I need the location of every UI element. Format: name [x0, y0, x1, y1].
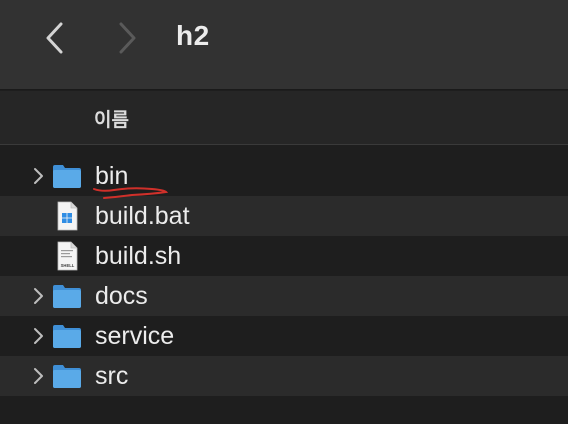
file-name: service	[95, 322, 175, 350]
name-column-header[interactable]: 이름	[94, 105, 129, 132]
file-name: build.sh	[95, 242, 182, 270]
file-name: build.bat	[95, 202, 190, 230]
disclosure-chevron-icon[interactable]	[28, 326, 48, 346]
disclosure-chevron-icon[interactable]	[28, 166, 48, 186]
chevron-right-icon	[119, 22, 136, 54]
file-row-bin[interactable]: bin	[0, 156, 568, 196]
file-name: bin	[95, 162, 129, 190]
window-toolbar: h2	[0, 0, 568, 90]
file-name: src	[95, 362, 129, 390]
file-row-build-sh[interactable]: SHELL build.sh	[0, 236, 568, 276]
window-title: h2	[176, 20, 210, 51]
file-row-docs[interactable]: docs	[0, 276, 568, 316]
disclosure-chevron-icon[interactable]	[28, 286, 48, 306]
disclosure-chevron-icon[interactable]	[28, 366, 48, 386]
svg-text:SHELL: SHELL	[61, 263, 75, 268]
file-name: docs	[95, 282, 148, 310]
column-header: 이름	[0, 91, 568, 145]
file-row-service[interactable]: service	[0, 316, 568, 356]
shell-script-icon: SHELL	[57, 241, 78, 271]
back-button[interactable]	[36, 18, 76, 58]
folder-icon	[53, 325, 81, 348]
folder-icon	[53, 165, 81, 188]
file-list: bin build.bat SHELL build.sh docs servic…	[0, 156, 568, 396]
file-row-src[interactable]: src	[0, 356, 568, 396]
chevron-left-icon	[46, 22, 63, 54]
forward-button[interactable]	[106, 18, 146, 58]
folder-icon	[53, 365, 81, 388]
windows-document-icon	[57, 201, 78, 231]
file-row-build-bat[interactable]: build.bat	[0, 196, 568, 236]
folder-icon	[53, 285, 81, 308]
